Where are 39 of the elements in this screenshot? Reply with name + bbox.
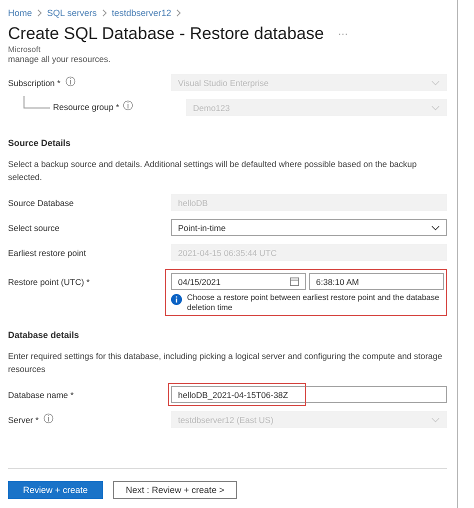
section-description: Select a backup source and details. Additional settings will be defaulted where possible based on the backup selected. <box>8 158 418 184</box>
more-button[interactable]: ··· <box>338 28 348 40</box>
field-label: Database name * <box>8 390 74 400</box>
section-heading: Source Details <box>8 138 72 148</box>
time-field[interactable]: 6:38:10 AM <box>309 273 444 290</box>
chevron-right-icon <box>176 9 182 17</box>
field-label: Restore point (UTC) * <box>8 277 90 287</box>
field-label: Server * <box>8 414 39 424</box>
breadcrumb-link[interactable]: testdbserver12 <box>112 8 172 18</box>
field-label: Subscription * <box>8 78 60 88</box>
info-icon: ⓘ <box>123 102 134 112</box>
caret-icon <box>431 80 440 86</box>
breadcrumb-link[interactable]: Home <box>8 8 32 18</box>
caret-icon <box>431 104 440 110</box>
next-button[interactable]: Next : Review + create > <box>112 481 238 499</box>
caret-icon <box>431 416 440 422</box>
page-title: Create SQL Database - Restore database <box>8 24 324 44</box>
tree-connector-icon <box>23 96 51 112</box>
info-icon: ⓘ <box>44 414 54 424</box>
section-heading: Database details <box>8 330 80 340</box>
field-label: Source Database <box>8 198 74 208</box>
field-label: Resource group * <box>53 102 120 112</box>
chevron-right-icon <box>102 9 107 17</box>
date-field[interactable]: 04/15/2021 <box>171 273 306 290</box>
field-label: Select source <box>8 222 60 232</box>
review-create-button[interactable]: Review + create <box>8 481 103 499</box>
calendar-icon[interactable] <box>290 277 299 286</box>
field-label: Earliest restore point <box>8 248 86 258</box>
publisher-label: Microsoft <box>8 45 42 54</box>
info-icon: ⓘ <box>65 78 76 88</box>
caret-icon <box>431 224 440 230</box>
info-icon <box>171 294 182 305</box>
chevron-right-icon <box>37 9 42 17</box>
section-description: Enter required settings for this database, including picking a logical server and configuring the compute and storage resources <box>8 350 444 376</box>
breadcrumb-link[interactable]: SQL servers <box>47 8 97 18</box>
intro-text: manage all your resources. <box>8 54 112 64</box>
info-note: Choose a restore point between earliest restore point and the database deletion time <box>187 293 440 313</box>
dropdown-field[interactable]: Point-in-time <box>171 219 447 236</box>
text-field[interactable]: helloDB_2021-04-15T06-38Z <box>171 386 447 403</box>
